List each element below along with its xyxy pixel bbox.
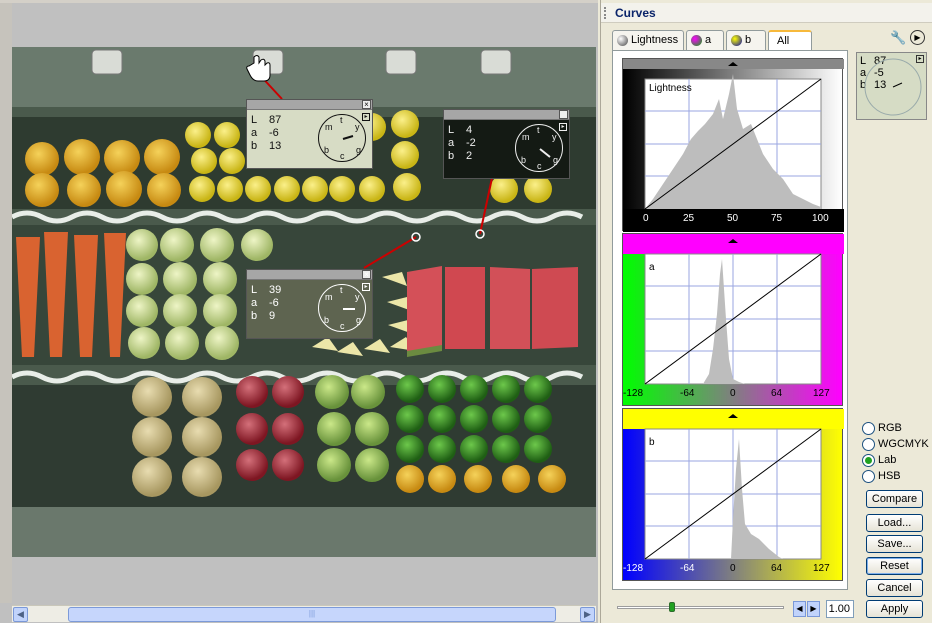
probe-label: b	[251, 140, 258, 152]
horizontal-scrollbar[interactable]: ◀ ||| ▶	[12, 605, 596, 622]
probe-b-value: 2	[466, 150, 473, 162]
probe-titlebar[interactable]: ×	[444, 110, 569, 120]
fruit-display-photo[interactable]: × L 87 a -6 b 13 ▸ mty bcg × L4 a -2 b2 ▸ mt…	[12, 47, 596, 557]
b-channel-ball-icon	[731, 35, 742, 46]
scrollbar-thumb[interactable]: |||	[68, 607, 556, 622]
tick-label: 64	[771, 563, 783, 574]
tick-label: -128	[623, 388, 644, 399]
probe-L-value: 4	[466, 124, 473, 136]
zoom-spinner[interactable]: ◀ ▶	[793, 601, 821, 617]
tick-label: 50	[727, 213, 739, 224]
radio-wgcmyk[interactable]: WGCMYK	[862, 438, 929, 452]
radio-label: HSB	[878, 470, 901, 482]
tab-label: a	[705, 34, 712, 46]
radio-label: WGCMYK	[878, 438, 929, 450]
probe-a-value: -2	[466, 137, 476, 149]
spin-right-icon[interactable]: ▶	[807, 601, 820, 617]
reset-button[interactable]: Reset	[866, 557, 923, 575]
zoom-value-field[interactable]: 1.00	[826, 600, 854, 618]
probe-label: L	[251, 284, 258, 296]
close-icon[interactable]: ×	[362, 270, 371, 279]
lightness-curve-box[interactable]: Lightness 0 25 50 75 100	[622, 58, 844, 232]
radio-rgb[interactable]: RGB	[862, 422, 902, 436]
panel-title: Curves	[615, 6, 656, 20]
probe-L-value: 87	[269, 114, 282, 126]
probe-label: a	[448, 137, 455, 149]
close-icon[interactable]: ×	[362, 100, 371, 109]
sample-readout[interactable]: L 87 a -5 b 13 ▸	[856, 52, 927, 120]
color-probe-1[interactable]: × L 87 a -6 b 13 ▸ mty bcg	[246, 99, 373, 169]
tick-label: 100	[812, 213, 829, 224]
lightness-ball-icon	[617, 35, 628, 46]
curve-label: Lightness	[649, 83, 692, 94]
probe-label: a	[251, 127, 258, 139]
radio-lab[interactable]: Lab	[862, 454, 896, 468]
cancel-button[interactable]: Cancel	[866, 579, 923, 597]
radio-hsb[interactable]: HSB	[862, 470, 901, 484]
tab-all[interactable]: All	[768, 30, 812, 51]
tab-a[interactable]: a	[686, 30, 724, 50]
compare-button[interactable]: Compare	[866, 490, 923, 508]
probe-L-value: 39	[269, 284, 282, 296]
tick-label: 127	[813, 388, 830, 399]
probe-a-value: -6	[269, 127, 279, 139]
tick-label: 64	[771, 388, 783, 399]
scroll-left-icon[interactable]: ◀	[13, 607, 28, 622]
probe-titlebar[interactable]: ×	[247, 270, 372, 280]
tab-label: b	[745, 34, 752, 46]
probe-a-value: -6	[269, 297, 279, 309]
probe-b-value: 9	[269, 310, 276, 322]
apply-button[interactable]: Apply	[866, 600, 923, 618]
color-dial-icon: mty bcg	[515, 124, 563, 172]
wrench-icon[interactable]: 🔧	[890, 30, 906, 46]
tab-label: All	[777, 35, 790, 47]
panel-titlebar[interactable]: Curves	[601, 3, 932, 23]
play-menu-icon[interactable]: ▶	[910, 30, 925, 45]
a-curve-box[interactable]: a -128 -64 0 64 127	[622, 233, 844, 406]
color-probe-2[interactable]: × L4 a -2 b2 ▸ mty bcg	[443, 109, 570, 179]
probe-label: L	[448, 124, 455, 136]
tick-label: -64	[680, 388, 695, 399]
tick-label: 0	[730, 563, 736, 574]
probe-label: b	[448, 150, 455, 162]
scroll-right-icon[interactable]: ▶	[580, 607, 595, 622]
drag-grip-icon[interactable]	[604, 7, 606, 19]
canvas-top-strip	[0, 0, 598, 3]
radio-label: RGB	[878, 422, 902, 434]
curve-label: a	[649, 262, 655, 273]
b-curve-box[interactable]: b -128 -64 0 64 127	[622, 408, 844, 581]
tick-label: 75	[771, 213, 783, 224]
tick-label: 0	[643, 213, 649, 224]
probe-label: L	[251, 114, 258, 126]
tab-lightness[interactable]: Lightness	[612, 30, 684, 50]
readout-dial-icon	[864, 58, 922, 116]
curve-label: b	[649, 437, 655, 448]
close-icon[interactable]: ×	[559, 110, 568, 119]
tick-label: 0	[730, 388, 736, 399]
probe-label: b	[251, 310, 258, 322]
tick-label: 127	[813, 563, 830, 574]
radio-label: Lab	[878, 454, 897, 466]
tick-label: -64	[680, 563, 695, 574]
color-dial-icon: mty bcg	[318, 284, 366, 332]
probe-label: a	[251, 297, 258, 309]
image-canvas[interactable]: × L 87 a -6 b 13 ▸ mty bcg × L4 a -2 b2 ▸ mt…	[0, 0, 598, 623]
a-channel-ball-icon	[691, 35, 702, 46]
probe-b-value: 13	[269, 140, 282, 152]
zoom-slider-track[interactable]	[617, 606, 784, 609]
tick-label: 25	[683, 213, 695, 224]
zoom-slider-thumb[interactable]	[669, 602, 676, 612]
canvas-left-ruler	[0, 3, 12, 603]
probe-titlebar[interactable]: ×	[247, 100, 372, 110]
tab-label: Lightness	[631, 34, 679, 46]
color-dial-icon: mty bcg	[318, 114, 366, 162]
tab-b[interactable]: b	[726, 30, 766, 50]
save-button[interactable]: Save...	[866, 535, 923, 553]
load-button[interactable]: Load...	[866, 514, 923, 532]
color-probe-3[interactable]: × L 39 a -6 b9 ▸ mty bcg	[246, 269, 373, 339]
spin-left-icon[interactable]: ◀	[793, 601, 806, 617]
tick-label: -128	[623, 563, 644, 574]
